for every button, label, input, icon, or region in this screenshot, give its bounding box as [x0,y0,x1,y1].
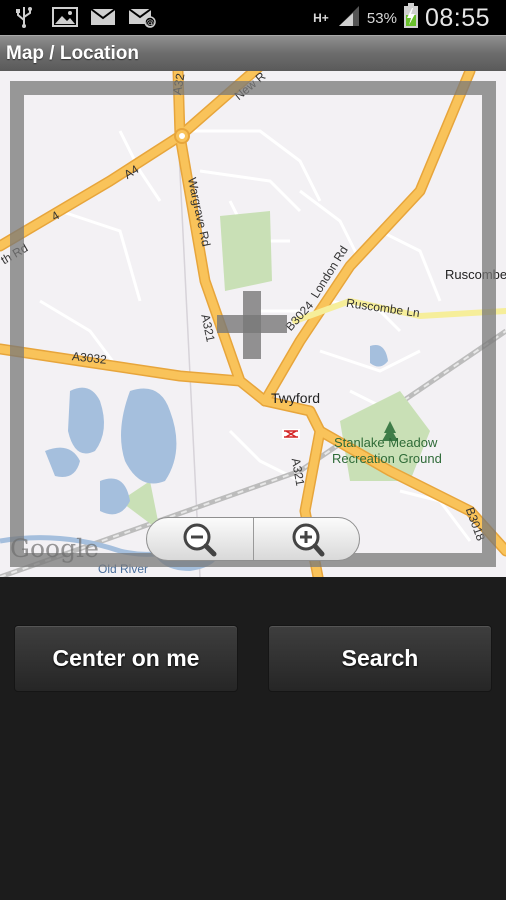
network-type: H+ [313,11,329,25]
search-button[interactable]: Search [268,625,492,692]
zoom-out-button[interactable] [147,518,253,560]
battery-percent: 53% [366,9,397,27]
zoom-in-icon [292,523,325,557]
crosshair-icon-vertical [243,291,261,359]
battery-charging-icon [403,2,419,34]
zoom-in-button[interactable] [252,518,360,560]
title-bar: Map / Location [0,35,506,71]
email-icon [90,6,116,28]
zoom-controls [146,517,360,561]
gmail-icon: @ [128,6,156,28]
center-on-me-button[interactable]: Center on me [14,625,238,692]
svg-text:@: @ [146,18,154,27]
google-logo: Google [10,534,99,563]
image-icon [52,6,78,28]
signal-icon [337,5,361,32]
zoom-out-icon [183,523,217,557]
usb-icon [14,6,40,28]
status-bar: @ H+ 53% 08:55 [0,0,506,35]
page-title: Map / Location [6,43,139,64]
clock: 08:55 [424,3,490,32]
